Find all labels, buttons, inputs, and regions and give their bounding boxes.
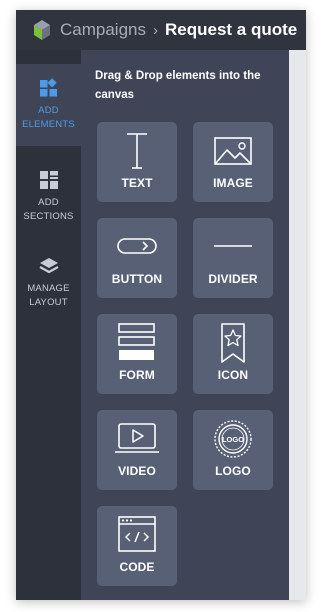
- element-label: TEXT: [121, 176, 153, 190]
- divider-icon: [214, 245, 252, 247]
- element-button[interactable]: BUTTON: [97, 218, 177, 298]
- panel-title: Drag & Drop elements into the canvas: [95, 70, 261, 101]
- sidebar-item-manage-layout[interactable]: MANAGE LAYOUT: [16, 242, 81, 324]
- element-image[interactable]: IMAGE: [193, 122, 273, 202]
- element-label: BUTTON: [111, 272, 163, 286]
- code-icon: [118, 516, 156, 552]
- element-label: FORM: [119, 368, 155, 382]
- sidebar-item-label: MANAGE LAYOUT: [27, 283, 70, 308]
- sections-grid-icon: [39, 171, 58, 189]
- sidebar: ADD ELEMENTS ADD SECTIONS MANAGE LAYOUT: [16, 50, 81, 600]
- breadcrumb-campaigns[interactable]: Campaigns: [60, 20, 146, 40]
- elements-panel: Drag & Drop elements into the canvas TEX…: [81, 50, 289, 600]
- element-text[interactable]: TEXT: [97, 122, 177, 202]
- editor-window: Campaigns › Request a quote ADD ELEMENTS: [16, 10, 306, 600]
- element-label: CODE: [119, 560, 155, 574]
- scroll-gutter: [289, 50, 306, 600]
- element-label: DIVIDER: [208, 272, 258, 286]
- sidebar-item-add-sections[interactable]: ADD SECTIONS: [16, 156, 81, 238]
- form-icon: [118, 323, 155, 360]
- element-divider[interactable]: DIVIDER: [193, 218, 273, 298]
- page-title: Request a quote: [165, 20, 298, 39]
- element-code[interactable]: CODE: [97, 506, 177, 586]
- top-bar: Campaigns › Request a quote: [16, 10, 306, 50]
- element-form[interactable]: FORM: [97, 314, 177, 394]
- button-icon: [117, 238, 157, 254]
- logo-badge-text: LOGO: [222, 435, 244, 444]
- app-logo-icon: [34, 20, 50, 40]
- sidebar-item-add-elements[interactable]: ADD ELEMENTS: [16, 64, 81, 146]
- screenshot-frame: Campaigns › Request a quote ADD ELEMENTS: [0, 0, 324, 612]
- sidebar-item-label: ADD SECTIONS: [23, 197, 74, 222]
- breadcrumb-separator: ›: [153, 21, 158, 39]
- star-bookmark-icon: [221, 323, 245, 363]
- element-label: VIDEO: [118, 464, 156, 478]
- image-icon: [214, 137, 252, 165]
- element-label: LOGO: [215, 464, 251, 478]
- element-logo[interactable]: LOGO LOGO: [193, 410, 273, 490]
- add-elements-icon: [39, 78, 57, 97]
- text-icon: [127, 133, 147, 169]
- sidebar-item-label: ADD ELEMENTS: [22, 105, 75, 130]
- logo-badge-icon: LOGO: [214, 420, 252, 458]
- element-label: ICON: [217, 368, 249, 382]
- element-label: IMAGE: [213, 176, 253, 190]
- element-video[interactable]: VIDEO: [97, 410, 177, 490]
- video-icon: [115, 423, 159, 453]
- element-icon[interactable]: ICON: [193, 314, 273, 394]
- layers-icon: [38, 258, 59, 274]
